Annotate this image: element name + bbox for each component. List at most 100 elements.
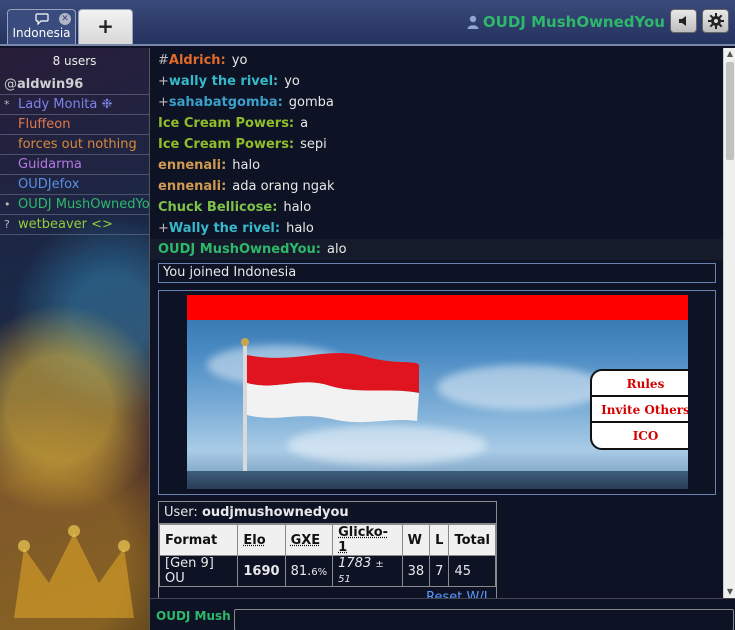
top-bar: ✕ Indonesia + OUDJ MushOwnedYou [0,0,735,46]
message-author[interactable]: wally the rivel: [169,74,278,89]
user-list-item[interactable]: OUDJefox [0,175,149,195]
cell-losses: 7 [430,556,449,587]
banner-cloud [437,365,607,410]
banner-red-bar [187,295,688,320]
scroll-down-icon[interactable]: ▼ [724,586,735,598]
user-rank-symbol: * [4,95,18,114]
room-intro-box: Rules Invite Others ICO [158,290,716,495]
gear-icon [708,13,724,29]
ico-button[interactable]: ICO [592,423,688,449]
message-author[interactable]: OUDJ MushOwnedYou: [158,242,321,257]
message-text: ada orang ngak [232,179,334,194]
message-author[interactable]: Wally the rivel: [169,221,280,236]
message-author[interactable]: sahabatgomba: [169,95,283,110]
table-header-row: Format Elo GXE Glicko-1 W L Total [160,525,496,556]
reset-wl-link[interactable]: Reset W/L [426,590,491,598]
message-input[interactable] [234,609,734,630]
compose-bar: OUDJ MushOwnedYou [150,598,735,630]
banner-button-group: Rules Invite Others ICO [590,369,688,450]
banner-horizon [187,471,688,489]
crown-background-art [4,518,144,628]
message-text: gomba [289,95,334,110]
user-name: Fluffeon [18,117,70,132]
speaker-icon [678,15,690,27]
user-list-item[interactable]: forces out nothing [0,135,149,155]
chat-message: Ice Cream Powers: a [150,113,723,134]
ladder-table: Format Elo GXE Glicko-1 W L Total [Gen 9… [159,524,496,587]
col-format: Format [160,525,238,556]
gxe-value: 81. [291,564,312,579]
gxe-decimal: 6% [311,567,327,578]
message-text: sepi [300,137,327,152]
chat-message: ennenali: halo [150,155,723,176]
message-text: halo [283,200,311,215]
user-list: @aldwin96 * Lady Monita ❉ Fluffeon forces ou… [0,75,149,235]
room-banner: Rules Invite Others ICO [187,295,688,489]
user-rank-symbol: @ [4,75,17,94]
user-list-panel: 8 users @aldwin96 * Lady Monita ❉ Fluffeon f… [0,48,150,630]
stats-username[interactable]: oudjmushownedyou [202,505,349,520]
invite-others-button[interactable]: Invite Others [592,397,688,423]
tab-label: Indonesia [8,26,75,40]
cell-gxe: 81.6% [285,556,333,587]
message-list: #Aldrich: yo +wally the rivel: yo +sahabatgo… [150,48,723,260]
user-name: OUDJ MushOwnedYou [18,197,149,212]
message-text: yo [232,53,248,68]
col-losses: L [430,525,449,556]
message-author[interactable]: ennenali: [158,179,226,194]
message-author[interactable]: Chuck Bellicose: [158,200,277,215]
rules-button[interactable]: Rules [592,371,688,397]
close-tab-icon[interactable]: ✕ [59,13,71,25]
cell-elo: 1690 [238,556,285,587]
cell-wins: 38 [402,556,430,587]
chat-scrollbar[interactable]: ▲ ▼ [723,48,735,598]
user-list-item[interactable]: ? wetbeaver <> [0,215,149,235]
join-notice: You joined Indonesia [158,263,716,283]
message-rank-symbol: + [158,95,169,110]
user-list-item[interactable]: Fluffeon [0,115,149,135]
message-author[interactable]: Ice Cream Powers: [158,116,294,131]
user-list-item[interactable]: * Lady Monita ❉ [0,95,149,115]
current-username: OUDJ MushOwnedYou [483,13,665,31]
add-room-button[interactable]: + [78,9,133,44]
user-name: forces out nothing [18,137,137,152]
chat-message: Chuck Bellicose: halo [150,197,723,218]
message-text: alo [327,242,347,257]
col-gxe[interactable]: GXE [285,525,333,556]
scroll-up-icon[interactable]: ▲ [724,48,735,60]
stats-user-label: User: [164,505,198,520]
user-list-item[interactable]: • OUDJ MushOwnedYou [0,195,149,215]
col-total: Total [449,525,496,556]
user-count: 8 users [0,48,149,75]
chat-message: OUDJ MushOwnedYou: alo [150,239,723,260]
message-author[interactable]: Ice Cream Powers: [158,137,294,152]
user-list-item[interactable]: Guidarma [0,155,149,175]
stats-user: User: oudjmushownedyou [159,502,496,524]
user-list-item[interactable]: @aldwin96 [0,75,149,95]
message-author[interactable]: Aldrich: [169,53,226,68]
chat-log: #Aldrich: yo +wally the rivel: yo +sahabatgo… [150,48,723,598]
user-name: Guidarma [18,157,82,172]
cell-total: 45 [449,556,496,587]
scrollbar-thumb[interactable] [726,62,734,160]
user-name: aldwin96 [17,77,83,92]
glicko-value: 1783 [338,556,371,571]
chat-message: Ice Cream Powers: sepi [150,134,723,155]
settings-button[interactable] [702,9,729,33]
chat-message: ennenali: ada orang ngak [150,176,723,197]
current-user[interactable]: OUDJ MushOwnedYou [467,12,665,32]
col-glicko[interactable]: Glicko-1 [333,525,402,556]
tab-indonesia[interactable]: ✕ Indonesia [7,9,76,44]
message-text: a [300,116,308,131]
chat-message: +wally the rivel: yo [150,71,723,92]
col-elo[interactable]: Elo [238,525,285,556]
user-name: wetbeaver <> [18,217,113,232]
indonesia-flag-image [237,335,427,489]
ladder-stats-box: User: oudjmushownedyou Format Elo GXE Gl… [158,501,497,598]
message-author[interactable]: ennenali: [158,158,226,173]
sound-button[interactable] [670,9,697,33]
col-wins: W [402,525,430,556]
user-rank-symbol: ? [4,215,18,234]
message-text: halo [286,221,314,236]
cell-format: [Gen 9] OU [160,556,238,587]
